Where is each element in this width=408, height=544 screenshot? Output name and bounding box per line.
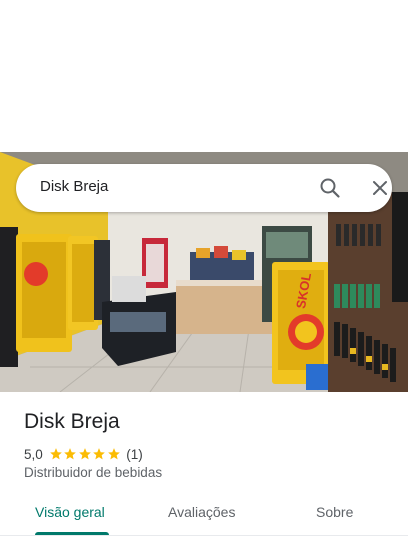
place-category: Distribuidor de bebidas — [24, 465, 163, 480]
star-icon — [49, 448, 62, 460]
star-icon — [78, 448, 91, 460]
rating-value: 5,0 — [24, 446, 43, 462]
star-icon — [64, 448, 77, 460]
rating-row[interactable]: 5,0 (1) — [24, 445, 143, 463]
tab-about[interactable]: Sobre — [316, 504, 353, 520]
search-input[interactable]: Disk Breja — [40, 178, 108, 195]
tab-reviews[interactable]: Avaliações — [168, 504, 235, 520]
tab-bar: Visão geral Avaliações Sobre — [0, 492, 408, 536]
place-title: Disk Breja — [24, 410, 120, 433]
tab-overview[interactable]: Visão geral — [35, 504, 105, 520]
close-icon[interactable] — [368, 176, 392, 200]
top-blank-area — [0, 0, 408, 152]
search-bar[interactable]: Disk Breja — [16, 164, 392, 212]
search-icon[interactable] — [318, 176, 342, 200]
star-icon — [93, 448, 106, 460]
tabs-divider — [0, 535, 408, 536]
star-icon — [107, 448, 120, 460]
star-rating — [49, 447, 122, 461]
review-count[interactable]: (1) — [126, 447, 143, 462]
